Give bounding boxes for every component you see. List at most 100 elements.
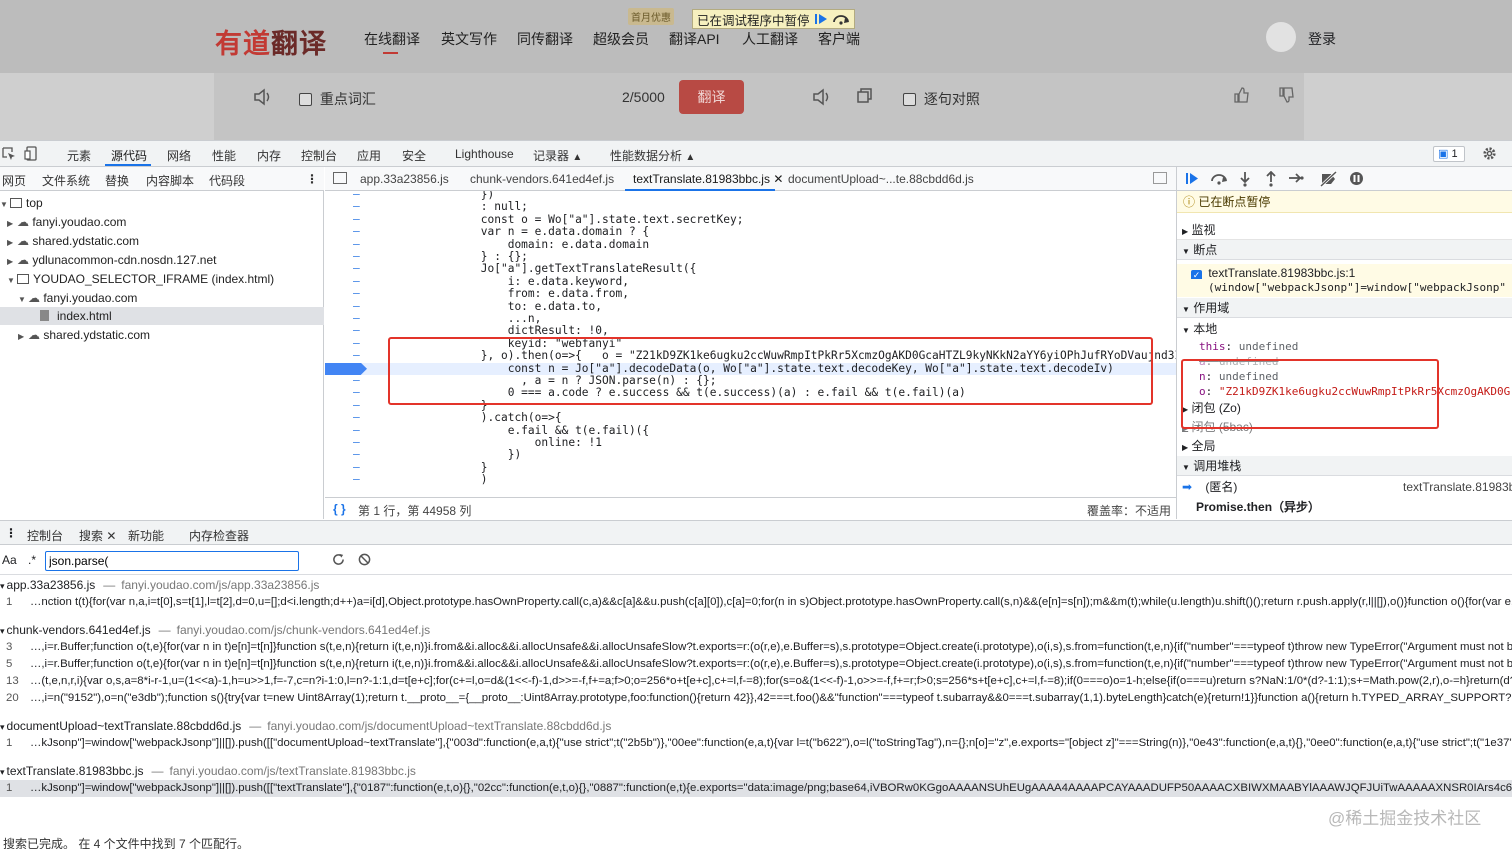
user-avatar[interactable] (1266, 22, 1296, 52)
inspect-element-icon[interactable] (2, 147, 16, 161)
drawer-tab-search[interactable]: 搜索 ✕ (79, 527, 116, 544)
more-menu-icon[interactable]: ⋮ (306, 172, 318, 186)
tab-network[interactable]: 网络 (167, 147, 191, 164)
callstack-frame[interactable]: ➡ (匿名) textTranslate.81983bbc (1177, 478, 1512, 496)
device-toolbar-icon[interactable] (24, 146, 38, 161)
line-gutter-dash[interactable]: – (353, 324, 360, 337)
code-line[interactable]: – dictResult: !0, (325, 324, 1176, 337)
line-gutter-dash[interactable]: – (353, 349, 360, 362)
refresh-icon[interactable] (332, 553, 345, 566)
step-icon[interactable] (1288, 172, 1304, 184)
toggle-navigator-icon[interactable] (333, 172, 347, 184)
tree-item-top[interactable]: ▼ top (0, 194, 324, 212)
deactivate-breakpoints-icon[interactable] (1320, 171, 1338, 187)
result-line[interactable]: 1 …kJsonp"]=window["webpackJsonp"]||[]).p… (0, 780, 1512, 797)
tab-recorder[interactable]: 记录器 ▲ (533, 147, 582, 164)
file-tab[interactable]: app.33a23856.js (360, 172, 449, 186)
close-tab-icon[interactable]: ✕ (106, 529, 116, 543)
step-into-icon[interactable] (1239, 171, 1251, 187)
translate-button[interactable]: 翻译 (679, 80, 744, 114)
nav-super-member[interactable]: 超级会员 (593, 29, 649, 49)
code-line[interactable]: – Jo["a"].getTextTranslateResult({ (325, 262, 1176, 275)
speaker-icon[interactable] (253, 88, 273, 106)
file-tab-active[interactable]: textTranslate.81983bbc.js ✕ (633, 172, 783, 186)
tree-item-domain[interactable]: ▶ ☁ ydlunacommon-cdn.nosdn.127.net (0, 251, 324, 269)
result-file[interactable]: ▾ app.33a23856.js — fanyi.youdao.com/js/app… (0, 577, 319, 594)
breakpoint-marker[interactable] (325, 362, 367, 375)
tab-lighthouse[interactable]: Lighthouse (455, 147, 514, 161)
result-file[interactable]: ▾ documentUpload~textTranslate.88cbdd6d.j… (0, 718, 611, 735)
drawer-tab-whats-new[interactable]: 新功能 (128, 527, 164, 544)
nav-human-translate[interactable]: 人工翻译 (742, 29, 798, 49)
keyword-checkbox[interactable] (299, 92, 312, 106)
result-line[interactable]: 5 …,i=r.Buffer;function o(t,e){for(var n … (0, 656, 1512, 673)
code-line[interactable]: – from: e.data.from, (325, 287, 1176, 300)
drawer-menu-icon[interactable]: ⋮ (5, 526, 17, 540)
tab-console[interactable]: 控制台 (301, 147, 337, 164)
tab-performance[interactable]: 性能 (212, 147, 236, 164)
code-line[interactable]: – var n = e.data.domain ? { (325, 225, 1176, 238)
youdao-logo[interactable]: 有道翻译 (215, 22, 327, 61)
toggle-debugger-icon[interactable] (1153, 172, 1167, 184)
global-scope[interactable]: ▶ 全局 (1177, 437, 1512, 455)
line-gutter-dash[interactable]: – (353, 411, 360, 424)
nav-tab-content-scripts[interactable]: 内容脚本 (146, 172, 194, 189)
step-out-icon[interactable] (1265, 171, 1277, 187)
step-over-icon[interactable] (1210, 172, 1228, 185)
code-line[interactable]: – ) (325, 473, 1176, 486)
resume-icon[interactable] (814, 13, 828, 25)
callstack-section[interactable]: ▼ 调用堆栈 (1177, 456, 1512, 476)
keyword-toggle[interactable]: 重点词汇 (299, 89, 376, 109)
result-line[interactable]: 20 …,i=n("9152"),o=n("e3db");function s()… (0, 690, 1512, 707)
tree-item-domain[interactable]: ▼ ☁ fanyi.youdao.com (0, 289, 324, 307)
line-gutter-dash[interactable]: – (353, 225, 360, 238)
search-input[interactable] (45, 551, 299, 571)
code-line[interactable]: – ).catch(o=>{ (325, 411, 1176, 424)
tab-application[interactable]: 应用 (357, 147, 381, 164)
clear-icon[interactable] (358, 553, 371, 566)
step-over-icon[interactable] (832, 13, 850, 25)
result-file[interactable]: ▾ chunk-vendors.641ed4ef.js — fanyi.youdao.… (0, 622, 430, 639)
tab-elements[interactable]: 元素 (67, 147, 91, 164)
nav-online-translate[interactable]: 在线翻译 (364, 29, 420, 49)
nav-tab-snippets[interactable]: 代码段 (209, 172, 245, 189)
tab-memory[interactable]: 内存 (257, 147, 281, 164)
drawer-tab-console[interactable]: 控制台 (27, 527, 63, 544)
line-gutter-dash[interactable]: – (353, 473, 360, 486)
tab-performance-insights[interactable]: 性能数据分析 ▲ (610, 147, 695, 164)
tree-item-domain[interactable]: ▶ ☁ shared.ydstatic.com (0, 232, 324, 250)
nav-client[interactable]: 客户端 (818, 29, 860, 49)
line-gutter-dash[interactable]: – (353, 386, 360, 399)
code-line[interactable]: – }) (325, 448, 1176, 461)
result-line[interactable]: 1 …nction t(t){for(var n,a,i=t[0],s=t[1],… (0, 594, 1512, 611)
thumbs-down-icon[interactable] (1279, 87, 1295, 103)
result-line[interactable]: 1 …kJsonp"]=window["webpackJsonp"]||[]).p… (0, 735, 1512, 752)
local-scope[interactable]: ▼ 本地 (1177, 320, 1512, 338)
tree-item-iframe[interactable]: ▼ YOUDAO_SELECTOR_IFRAME (index.html) (0, 270, 324, 288)
result-line[interactable]: 3 …,i=r.Buffer;function o(t,e){for(var n … (0, 639, 1512, 656)
copy-icon[interactable] (857, 88, 873, 104)
nav-tab-page[interactable]: 网页 (2, 172, 26, 189)
regex-button[interactable]: .* (28, 553, 36, 567)
tab-sources[interactable]: 源代码 (111, 147, 147, 164)
result-file[interactable]: ▾ textTranslate.81983bbc.js — fanyi.youdao.… (0, 763, 416, 780)
breakpoints-section[interactable]: ▼ 断点 (1177, 240, 1512, 260)
nav-english-writing[interactable]: 英文写作 (441, 29, 497, 49)
close-tab-icon[interactable]: ✕ (773, 172, 783, 186)
target-speaker-icon[interactable] (812, 88, 832, 106)
thumbs-up-icon[interactable] (1234, 87, 1250, 103)
scope-section[interactable]: ▼ 作用域 (1177, 298, 1512, 318)
nav-tab-filesystem[interactable]: 文件系统 (42, 172, 90, 189)
resume-icon[interactable] (1185, 172, 1199, 185)
pretty-print-icon[interactable]: { } (333, 502, 346, 516)
line-gutter-dash[interactable]: – (353, 448, 360, 461)
nav-translate-api[interactable]: 翻译API (669, 29, 720, 49)
tree-item-domain[interactable]: ▶ ☁ fanyi.youdao.com (0, 213, 324, 231)
tree-item-domain[interactable]: ▶ ☁ shared.ydstatic.com (0, 326, 324, 344)
tree-item-file[interactable]: index.html (0, 307, 324, 325)
watch-section[interactable]: ▶ 监视 (1177, 220, 1512, 240)
nav-interpretation[interactable]: 同传翻译 (517, 29, 573, 49)
file-tab[interactable]: chunk-vendors.641ed4ef.js (470, 172, 614, 186)
pause-on-exceptions-icon[interactable] (1349, 171, 1364, 186)
code-line[interactable]: – : null; (325, 200, 1176, 213)
